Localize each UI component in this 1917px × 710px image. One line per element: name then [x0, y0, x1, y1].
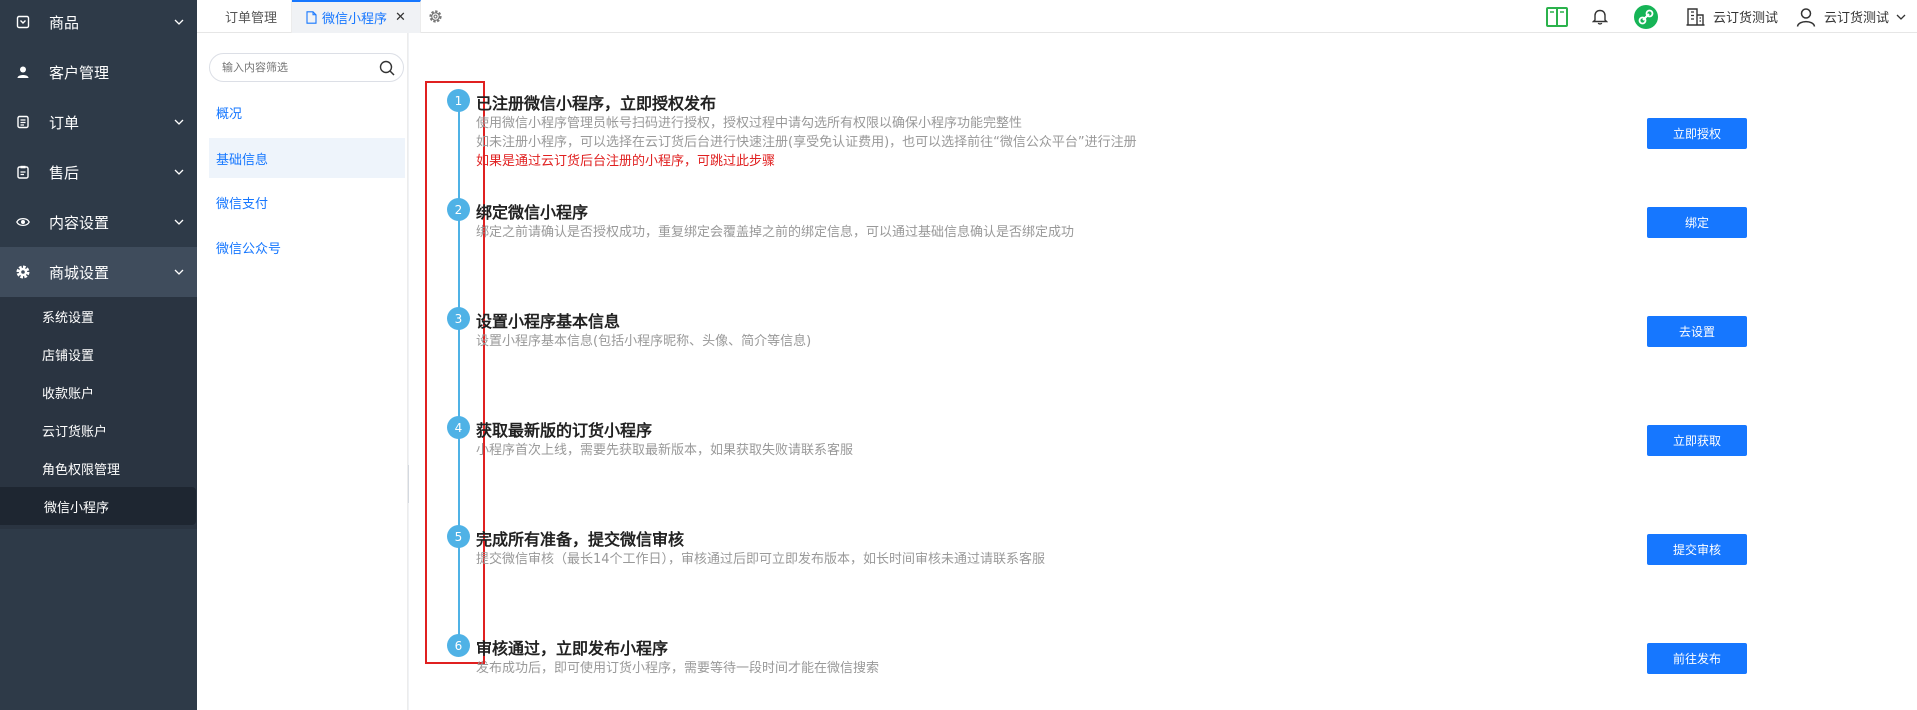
step-number: 6	[447, 634, 470, 657]
tab-order-management[interactable]: 订单管理	[197, 0, 293, 33]
menu-item-label: 商品	[49, 13, 80, 32]
publish-button[interactable]: 前往发布	[1647, 643, 1747, 674]
link-icon	[1633, 4, 1658, 29]
step-description: 如未注册小程序，可以选择在云订货后台进行快速注册(享受免认证费用)，也可以选择前…	[476, 135, 1137, 150]
search-box	[209, 53, 404, 82]
menu-item-label: 售后	[49, 163, 80, 182]
list-icon	[15, 114, 31, 130]
authorize-button[interactable]: 立即授权	[1647, 118, 1747, 149]
chevron-down-icon	[174, 219, 184, 225]
step-title: 绑定微信小程序	[476, 203, 589, 222]
nav-item-overview[interactable]: 概况	[209, 92, 405, 132]
eye-icon	[15, 214, 31, 230]
user-icon	[15, 64, 31, 80]
chevron-down-icon	[1896, 14, 1906, 20]
tab-label: 订单管理	[225, 10, 278, 26]
book-icon	[1545, 6, 1568, 27]
main-content: 1 已注册微信小程序，立即授权发布 使用微信小程序管理员帐号扫码进行授权，授权过…	[409, 33, 1917, 710]
step-number: 2	[447, 198, 470, 221]
chevron-down-icon	[174, 169, 184, 175]
header-actions: 云订货测试 云订货测试	[1526, 0, 1917, 33]
menu-item-label: 商城设置	[49, 263, 110, 282]
step-description: 设置小程序基本信息(包括小程序昵称、头像、简介等信息)	[476, 334, 812, 349]
search-input[interactable]	[222, 61, 372, 74]
submit-review-button[interactable]: 提交审核	[1647, 534, 1747, 565]
menu-item-customers[interactable]: 客户管理	[0, 47, 197, 97]
gear-icon	[15, 264, 31, 280]
tab-settings-gear[interactable]	[421, 0, 451, 33]
clipboard-icon	[15, 164, 31, 180]
menu-item-after-sales[interactable]: 售后	[0, 147, 197, 197]
step-number: 3	[447, 307, 470, 330]
menu-item-label: 订单	[49, 113, 80, 132]
chevron-down-icon	[174, 19, 184, 25]
step-number: 1	[447, 89, 470, 112]
chevron-down-icon	[174, 269, 184, 275]
sub-item-payment-accounts[interactable]: 收款账户	[0, 373, 197, 411]
menu-item-products[interactable]: 商品	[0, 0, 197, 47]
step-title: 完成所有准备，提交微信审核	[476, 530, 685, 549]
step-description: 使用微信小程序管理员帐号扫码进行授权，授权过程中请勾选所有权限以确保小程序功能完…	[476, 116, 1023, 131]
bell-icon	[1591, 9, 1608, 25]
building-icon	[1686, 8, 1705, 26]
guide-book-button[interactable]	[1545, 6, 1568, 27]
gear-icon	[429, 9, 443, 23]
sub-item-wechat-mini-program[interactable]: 微信小程序	[0, 487, 196, 525]
step-description: 提交微信审核（最长14个工作日），审核通过后即可立即发布版本，如长时间审核未通过…	[476, 552, 1046, 567]
tab-label: 微信小程序	[322, 11, 388, 27]
box-icon	[15, 14, 31, 30]
step-warning: 如果是通过云订货后台注册的小程序，可跳过此步骤	[476, 154, 776, 169]
document-icon	[306, 10, 317, 24]
user-name: 云订货测试	[1823, 11, 1889, 26]
tab-wechat-mini-program[interactable]: 微信小程序 ✕	[292, 0, 421, 33]
step-title: 设置小程序基本信息	[476, 312, 621, 331]
user-icon	[1796, 7, 1816, 27]
step-title: 审核通过，立即发布小程序	[476, 639, 669, 658]
store-name: 云订货测试	[1712, 11, 1778, 26]
nav-item-basic-info[interactable]: 基础信息	[209, 138, 405, 178]
mini-program-link-button[interactable]	[1633, 4, 1658, 29]
sub-item-store-settings[interactable]: 店铺设置	[0, 335, 197, 373]
fetch-now-button[interactable]: 立即获取	[1647, 425, 1747, 456]
sub-item-system-settings[interactable]: 系统设置	[0, 297, 197, 335]
step-description: 小程序首次上线，需要先获取最新版本，如果获取失败请联系客服	[476, 443, 854, 458]
sub-item-role-permissions[interactable]: 角色权限管理	[0, 449, 197, 487]
step-description: 发布成功后，即可使用订货小程序，需要等待一段时间才能在微信搜索	[476, 661, 880, 676]
search-icon[interactable]	[379, 60, 395, 76]
step-title: 获取最新版的订货小程序	[476, 421, 653, 440]
go-settings-button[interactable]: 去设置	[1647, 316, 1747, 347]
step-number: 5	[447, 525, 470, 548]
user-menu[interactable]: 云订货测试	[1796, 7, 1907, 27]
menu-item-label: 内容设置	[49, 213, 110, 232]
top-bar: 订单管理 微信小程序 ✕ 云订货测试 云订货测试	[197, 0, 1917, 33]
store-switcher[interactable]: 云订货测试	[1686, 7, 1778, 26]
notifications-button[interactable]	[1591, 8, 1608, 25]
nav-item-wechat-pay[interactable]: 微信支付	[209, 182, 405, 222]
nav-item-wechat-official-account[interactable]: 微信公众号	[209, 227, 405, 267]
step-description: 绑定之前请确认是否授权成功，重复绑定会覆盖掉之前的绑定信息，可以通过基础信息确认…	[476, 225, 1075, 240]
secondary-nav: 概况 基础信息 微信支付 微信公众号	[197, 33, 408, 710]
bind-button[interactable]: 绑定	[1647, 207, 1747, 238]
sidebar: 商品 客户管理 订单 售后 内容设置 商城设置 系统设置 店铺设置 收款账户 云…	[0, 0, 197, 710]
menu-item-content-settings[interactable]: 内容设置	[0, 197, 197, 247]
step-number: 4	[447, 416, 470, 439]
chevron-down-icon	[174, 119, 184, 125]
menu-item-label: 客户管理	[49, 63, 110, 82]
menu-item-orders[interactable]: 订单	[0, 97, 197, 147]
mall-settings-submenu: 系统设置 店铺设置 收款账户 云订货账户 角色权限管理 微信小程序	[0, 297, 197, 529]
step-title: 已注册微信小程序，立即授权发布	[476, 94, 717, 113]
sub-item-yundinghuo-account[interactable]: 云订货账户	[0, 411, 197, 449]
menu-item-mall-settings[interactable]: 商城设置	[0, 247, 197, 297]
close-icon[interactable]: ✕	[395, 10, 406, 25]
